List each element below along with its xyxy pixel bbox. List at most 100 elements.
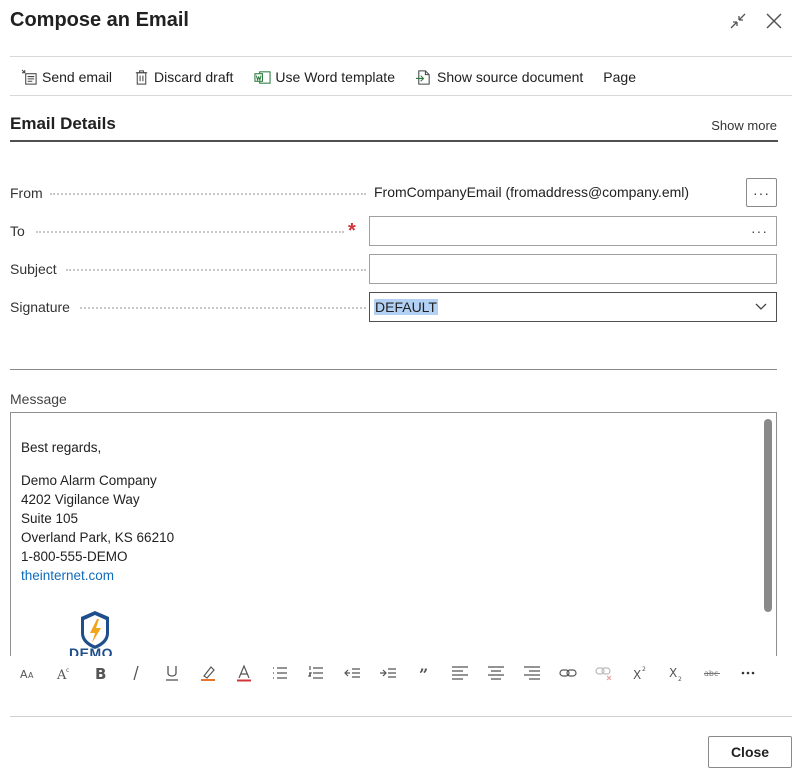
discard-draft-button[interactable]: Discard draft xyxy=(122,64,243,90)
page-menu-button[interactable]: Page xyxy=(593,64,646,90)
remove-link-button[interactable] xyxy=(586,660,622,686)
message-body: Best regards, Demo Alarm Company 4202 Vi… xyxy=(21,438,174,585)
more-horizontal-icon xyxy=(741,671,755,675)
numbered-list-button[interactable] xyxy=(298,660,334,686)
more-formatting-button[interactable] xyxy=(730,660,766,686)
bullet-list-button[interactable] xyxy=(262,660,298,686)
message-company: Demo Alarm Company xyxy=(21,473,157,488)
show-source-document-button[interactable]: Show source document xyxy=(405,64,593,90)
font-color-icon xyxy=(237,664,251,682)
subject-leader-dots xyxy=(66,269,366,271)
signature-row: Signature DEFAULT xyxy=(10,292,777,322)
send-email-icon xyxy=(20,68,38,86)
svg-text:X: X xyxy=(669,666,677,680)
message-address2: Suite 105 xyxy=(21,511,79,526)
bold-icon: B xyxy=(95,665,106,682)
message-address1: 4202 Vigilance Way xyxy=(21,492,140,507)
signature-value: DEFAULT xyxy=(374,299,438,315)
dialog-title: Compose an Email xyxy=(10,9,189,31)
underline-icon xyxy=(166,666,178,681)
to-lookup-button[interactable]: ··· xyxy=(751,223,768,239)
svg-text:”: ” xyxy=(419,665,428,682)
subject-input[interactable] xyxy=(369,254,777,284)
from-leader-dots xyxy=(50,193,366,195)
message-label: Message xyxy=(10,391,67,407)
decrease-indent-button[interactable] xyxy=(334,660,370,686)
svg-text:2: 2 xyxy=(678,676,682,682)
unlink-icon xyxy=(595,667,612,681)
from-more-button[interactable]: ··· xyxy=(746,178,777,207)
required-asterisk-icon: * xyxy=(348,220,356,242)
font-size-icon: AA xyxy=(20,668,34,681)
from-value: FromCompanyEmail (fromaddress@company.em… xyxy=(374,184,690,200)
highlighter-icon xyxy=(201,666,215,681)
font-size-button[interactable]: AA xyxy=(10,660,46,686)
svg-text:c: c xyxy=(66,667,69,674)
subscript-button[interactable]: X2 xyxy=(658,660,694,686)
increase-indent-button[interactable] xyxy=(370,660,406,686)
from-label: From xyxy=(10,185,43,201)
quote-icon: ” xyxy=(419,665,428,682)
increase-indent-icon xyxy=(380,668,396,678)
align-left-icon xyxy=(452,666,468,680)
signature-leader-dots xyxy=(80,307,366,309)
align-left-button[interactable] xyxy=(442,660,478,686)
from-row: From FromCompanyEmail (fromaddress@compa… xyxy=(10,178,777,208)
align-center-icon xyxy=(488,666,504,680)
bold-button[interactable]: B xyxy=(82,660,118,686)
close-dialog-button[interactable] xyxy=(763,10,785,32)
signature-select[interactable]: DEFAULT xyxy=(369,292,777,322)
superscript-button[interactable]: X2 xyxy=(622,660,658,686)
fields-divider xyxy=(10,369,777,370)
action-bar: Send email Discard draft Use Word templa… xyxy=(10,64,646,90)
strikethrough-button[interactable]: abc xyxy=(694,660,730,686)
word-icon xyxy=(253,68,271,86)
quote-button[interactable]: ” xyxy=(406,660,442,686)
font-style-button[interactable]: Ac xyxy=(46,660,82,686)
bullet-list-icon xyxy=(273,667,287,679)
superscript-icon: X2 xyxy=(633,666,646,682)
message-scrollbar[interactable] xyxy=(764,419,772,612)
discard-draft-label: Discard draft xyxy=(154,69,234,85)
svg-text:A: A xyxy=(20,668,28,681)
insert-link-button[interactable] xyxy=(550,660,586,686)
rich-text-toolbar: AA Ac B ” X2 X 2 abc xyxy=(10,660,766,686)
close-icon xyxy=(766,13,782,29)
underline-button[interactable] xyxy=(154,660,190,686)
italic-icon xyxy=(133,665,139,681)
numbered-list-icon xyxy=(307,666,323,679)
source-document-icon xyxy=(415,68,433,86)
section-underline xyxy=(10,140,778,142)
logo-text: DEMO xyxy=(69,645,113,656)
align-center-button[interactable] xyxy=(478,660,514,686)
strikethrough-icon: abc xyxy=(704,669,720,678)
trash-icon xyxy=(132,68,150,86)
use-word-template-label: Use Word template xyxy=(275,69,395,85)
svg-text:X: X xyxy=(633,668,641,682)
section-title: Email Details xyxy=(10,114,116,133)
svg-text:B: B xyxy=(95,665,106,682)
show-more-link[interactable]: Show more xyxy=(711,118,777,133)
to-input[interactable]: ··· xyxy=(369,216,777,246)
link-icon xyxy=(559,669,577,677)
to-label: To xyxy=(10,223,25,239)
message-city: Overland Park, KS 66210 xyxy=(21,530,175,545)
collapse-icon xyxy=(730,13,746,29)
use-word-template-button[interactable]: Use Word template xyxy=(243,64,405,90)
align-right-icon xyxy=(524,666,540,680)
signature-label: Signature xyxy=(10,299,70,315)
send-email-label: Send email xyxy=(42,69,113,85)
footer-divider xyxy=(10,716,792,717)
italic-button[interactable] xyxy=(118,660,154,686)
collapse-button[interactable] xyxy=(727,10,749,32)
header-divider xyxy=(10,56,792,57)
font-color-button[interactable] xyxy=(226,660,262,686)
message-website-link[interactable]: theinternet.com xyxy=(21,566,174,585)
send-email-button[interactable]: Send email xyxy=(10,64,122,90)
align-right-button[interactable] xyxy=(514,660,550,686)
close-button[interactable]: Close xyxy=(708,736,792,768)
chevron-down-icon xyxy=(755,303,767,310)
actionbar-divider xyxy=(10,95,792,96)
message-editor[interactable]: Best regards, Demo Alarm Company 4202 Vi… xyxy=(10,412,777,656)
highlight-button[interactable] xyxy=(190,660,226,686)
